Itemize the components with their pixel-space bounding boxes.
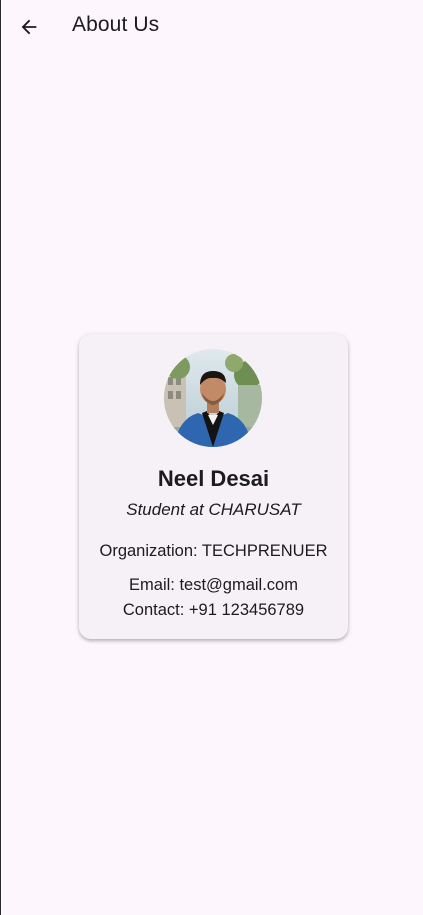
arrow-left-icon — [21, 19, 37, 35]
profile-role: Student at CHARUSAT — [126, 500, 301, 519]
back-button[interactable] — [13, 11, 45, 43]
window-edge — [0, 0, 1, 915]
profile-name: Neel Desai — [157, 466, 270, 491]
profile-photo — [164, 349, 262, 447]
profile-card: Neel Desai Student at CHARUSAT Organizat… — [79, 334, 348, 639]
page-title: About Us — [72, 13, 160, 36]
profile-email: Email: test@gmail.com — [129, 576, 298, 594]
profile-contact: Contact: +91 123456789 — [122, 601, 305, 619]
avatar — [164, 349, 262, 447]
app-bar: About Us — [0, 0, 423, 54]
profile-organization: Organization: TECHPRENUER — [99, 542, 328, 560]
